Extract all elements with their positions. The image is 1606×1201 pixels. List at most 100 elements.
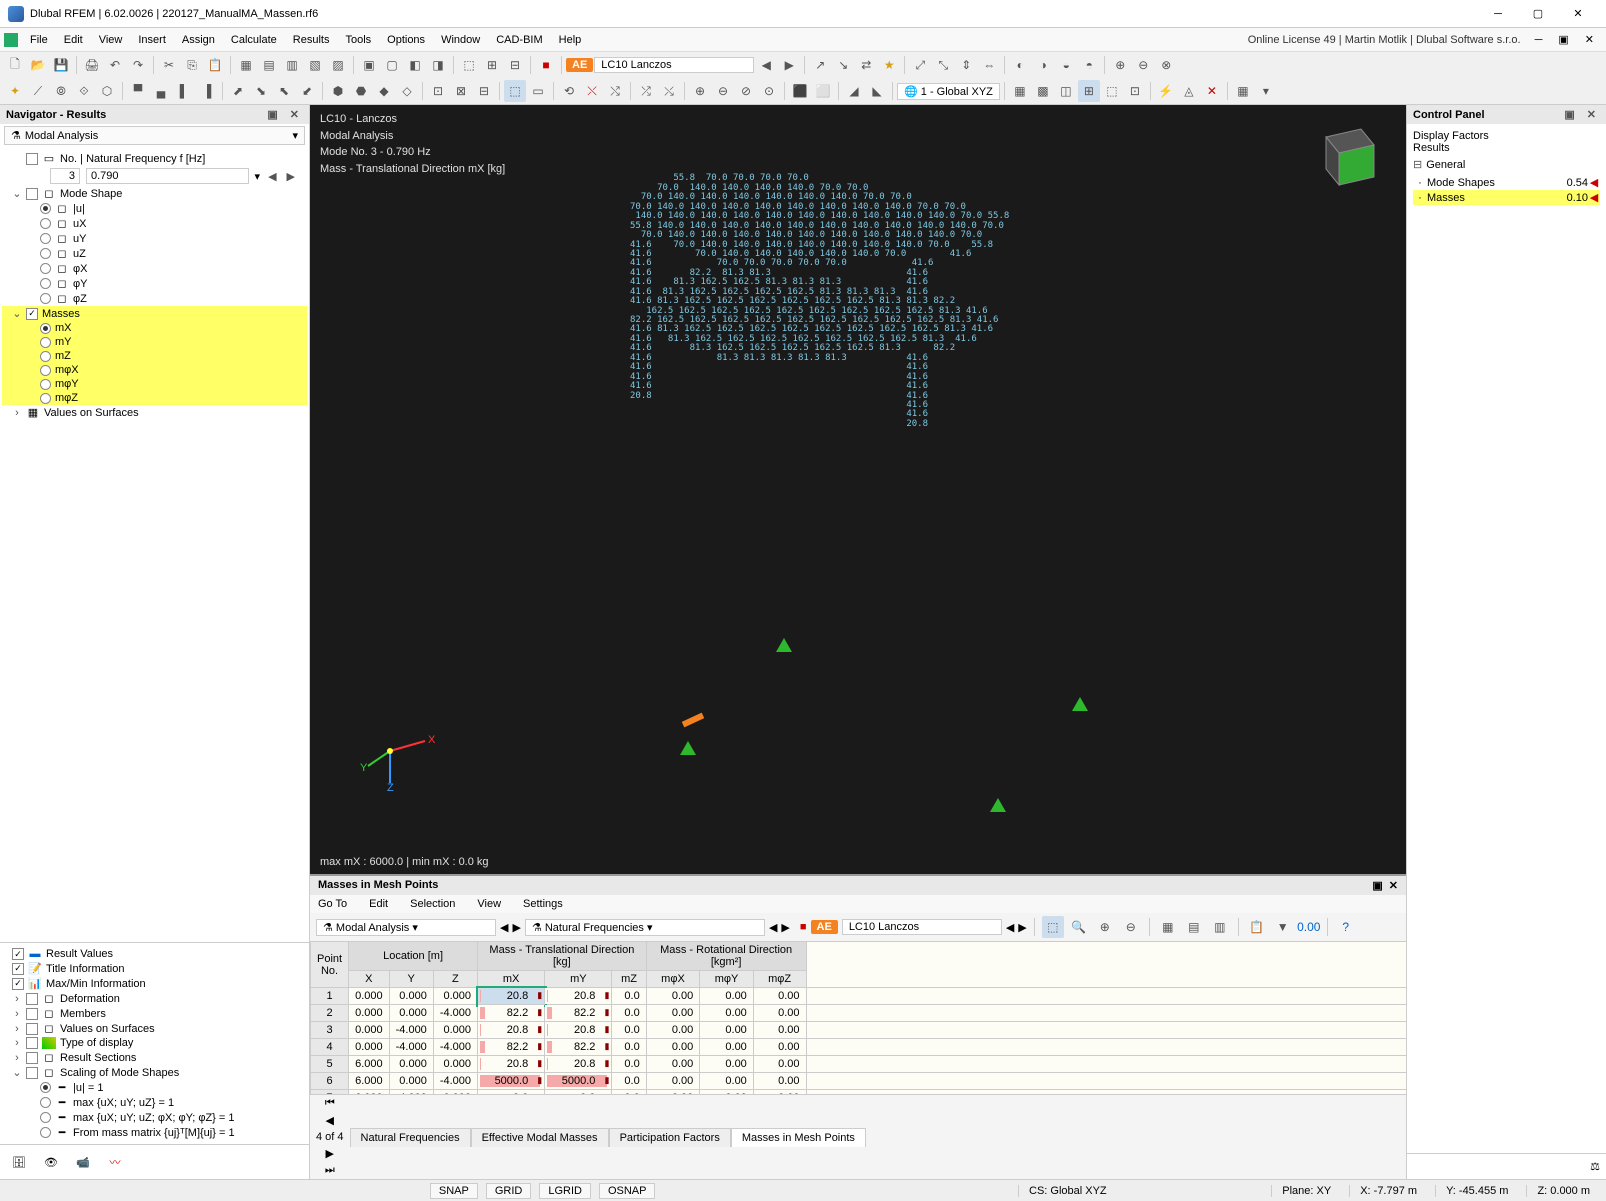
modeshape-uZ[interactable]: ◻uZ [2, 246, 307, 261]
undock-icon[interactable]: ▣ [1560, 108, 1578, 121]
prev-icon[interactable]: ◀ [500, 921, 508, 934]
table-menu-edit[interactable]: Edit [369, 898, 388, 910]
values-on-surfaces[interactable]: ›▦ Values on Surfaces [2, 405, 307, 420]
print-icon[interactable]: 🖨 [81, 54, 103, 76]
table-lc-selector[interactable]: LC10 Lanczos [842, 919, 1002, 935]
tool-icon[interactable]: ⤡ [932, 54, 954, 76]
table-analysis-selector[interactable]: ⚗ Modal Analysis ▾ [316, 919, 496, 936]
tool-icon[interactable]: ◬ [1178, 80, 1200, 102]
next-icon[interactable]: ▶ [781, 921, 789, 934]
tool-icon[interactable]: ◑ [1032, 54, 1054, 76]
modeshape-φZ[interactable]: ◻φZ [2, 291, 307, 306]
osnap-toggle[interactable]: OSNAP [599, 1183, 656, 1199]
tool-icon[interactable]: ⬣ [350, 80, 372, 102]
tool-icon[interactable]: ⬚ [458, 54, 480, 76]
next-lc-icon[interactable]: ▶ [778, 54, 800, 76]
tool-icon[interactable]: ⇄ [855, 54, 877, 76]
maximize-button[interactable]: ▢ [1518, 0, 1558, 28]
tool-icon[interactable]: ▦ [1157, 916, 1179, 938]
table-menu-selection[interactable]: Selection [410, 898, 455, 910]
vos-lower[interactable]: ›◻Values on Surfaces [2, 1021, 307, 1036]
undo-icon[interactable]: ↶ [104, 54, 126, 76]
undock-icon[interactable]: ▣ [263, 108, 281, 121]
menu-view[interactable]: View [91, 31, 131, 49]
tool-icon[interactable]: ⇕ [955, 54, 977, 76]
tool-icon[interactable]: ▥ [281, 54, 303, 76]
tool-icon[interactable]: ▐ [196, 80, 218, 102]
col-y[interactable]: Y [389, 971, 433, 988]
grid-toggle[interactable]: GRID [486, 1183, 532, 1199]
tool-icon[interactable]: ◒ [1055, 54, 1077, 76]
coord-system-selector[interactable]: 🌐 1 - Global XYZ [897, 83, 1000, 100]
maxmin-info[interactable]: 📊Max/Min Information [2, 976, 307, 991]
menu-file[interactable]: File [22, 31, 56, 49]
table-tab-3[interactable]: Masses in Mesh Points [731, 1128, 866, 1147]
prev-icon[interactable]: ◀ [1006, 921, 1014, 934]
mdi-close-icon[interactable]: ✕ [1577, 30, 1602, 49]
paste-icon[interactable]: 📋 [204, 54, 226, 76]
tool-icon[interactable]: ⬚ [1042, 916, 1064, 938]
tool-icon[interactable]: ▼ [1272, 916, 1294, 938]
tool-icon[interactable]: ⊖ [712, 80, 734, 102]
tool-icon[interactable]: ⊡ [427, 80, 449, 102]
star-icon[interactable]: ✦ [4, 80, 26, 102]
tool-icon[interactable]: ⊕ [689, 80, 711, 102]
tool-icon[interactable]: ▦ [235, 54, 257, 76]
tool-icon[interactable]: ▀ [127, 80, 149, 102]
table-row[interactable]: 3 0.000-4.0000.000 20.8▮ 20.8▮ 0.00.000.… [311, 1022, 1407, 1039]
modeshape-|u|[interactable]: ◻|u| [2, 201, 307, 216]
mdi-max-icon[interactable]: ▣ [1550, 30, 1576, 49]
col-mpy[interactable]: mφY [700, 971, 754, 988]
dropdown-icon[interactable]: ▾ [1255, 80, 1277, 102]
tool-icon[interactable]: ⬜ [812, 80, 834, 102]
tool-icon[interactable]: ⊕ [1109, 54, 1131, 76]
tool-icon[interactable]: ↗ [809, 54, 831, 76]
tool-icon[interactable]: ▢ [381, 54, 403, 76]
menu-insert[interactable]: Insert [130, 31, 174, 49]
col-z[interactable]: Z [433, 971, 477, 988]
mdi-min-icon[interactable]: ─ [1527, 31, 1551, 49]
tool-icon[interactable]: ▤ [1183, 916, 1205, 938]
tool-icon[interactable]: ⤮ [635, 80, 657, 102]
tool-icon[interactable]: ◆ [373, 80, 395, 102]
close-button[interactable]: ✕ [1558, 0, 1598, 28]
menu-cad-bim[interactable]: CAD-BIM [488, 31, 550, 49]
tool-icon[interactable]: ⇔ [978, 54, 1000, 76]
tool-icon[interactable]: ⟐ [73, 80, 95, 102]
menu-edit[interactable]: Edit [56, 31, 91, 49]
table-tab-2[interactable]: Participation Factors [609, 1128, 731, 1147]
modeshape-φY[interactable]: ◻φY [2, 276, 307, 291]
tool-icon[interactable]: ⊡ [1124, 80, 1146, 102]
tool-icon[interactable]: ⊞ [1078, 80, 1100, 102]
menu-tools[interactable]: Tools [337, 31, 379, 49]
mass-mφY[interactable]: mφY [2, 377, 307, 391]
tool-icon[interactable]: ◓ [1078, 54, 1100, 76]
tool-icon[interactable]: ⬚ [1101, 80, 1123, 102]
mass-mφX[interactable]: mφX [2, 363, 307, 377]
tool-icon[interactable]: ⟲ [558, 80, 580, 102]
tool-icon[interactable]: ▌ [173, 80, 195, 102]
col-mpz[interactable]: mφZ [753, 971, 806, 988]
menu-help[interactable]: Help [551, 31, 590, 49]
tool-icon[interactable]: ◣ [866, 80, 888, 102]
navigator-dropdown[interactable]: ⚗ Modal Analysis ▾ [4, 126, 305, 145]
col-point[interactable]: Point No. [311, 942, 349, 988]
col-my[interactable]: mY [545, 971, 612, 988]
next-mode-icon[interactable]: ▶ [285, 170, 297, 183]
mass-mY[interactable]: mY [2, 335, 307, 349]
tool-icon[interactable]: ⊕ [1094, 916, 1116, 938]
tool-icon[interactable]: ⬈ [227, 80, 249, 102]
close-panel-icon[interactable]: ✕ [1583, 108, 1600, 121]
tool-icon[interactable]: ⬋ [296, 80, 318, 102]
table-menu-go-to[interactable]: Go To [318, 898, 347, 910]
sms-opt-3[interactable]: ━From mass matrix {uj}ᵀ[M]{uj} = 1 [2, 1125, 307, 1140]
tool-icon[interactable]: ⤬ [581, 80, 603, 102]
next-icon[interactable]: ▶ [326, 1147, 334, 1160]
tool-icon[interactable]: ↘ [832, 54, 854, 76]
mass-mφZ[interactable]: mφZ [2, 391, 307, 405]
balance-icon[interactable]: ⚖ [1590, 1161, 1600, 1173]
tool-icon[interactable]: ⊞ [481, 54, 503, 76]
view-cube[interactable] [1306, 117, 1386, 197]
tool-icon[interactable]: ⟋ [27, 80, 49, 102]
tool-icon[interactable]: ◨ [427, 54, 449, 76]
